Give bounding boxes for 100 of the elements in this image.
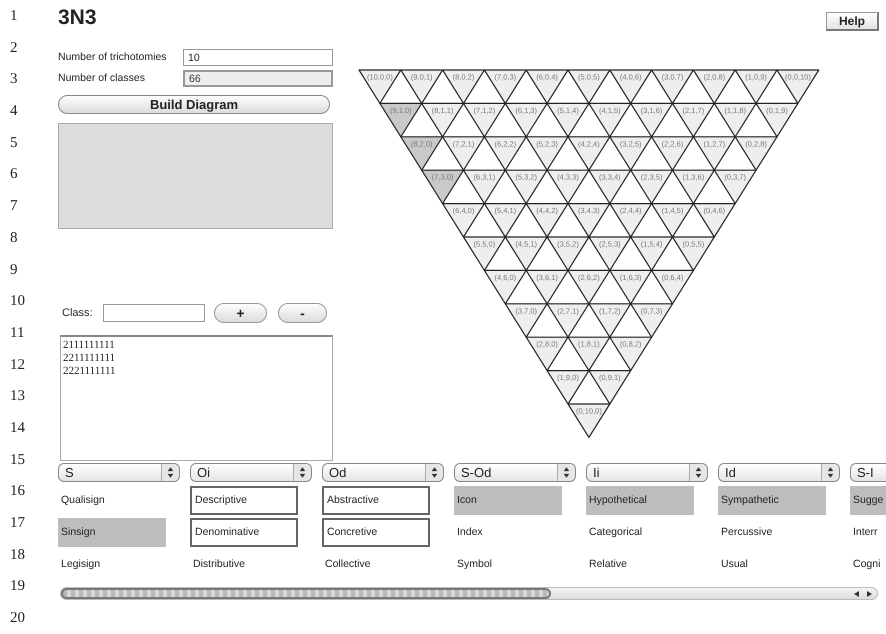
triangle-cell[interactable] xyxy=(692,69,736,104)
triangle-cell[interactable] xyxy=(546,102,590,138)
triangle-cell[interactable] xyxy=(504,303,548,338)
triangle-cell[interactable] xyxy=(588,102,632,138)
triangle-cell[interactable] xyxy=(504,170,548,204)
option-item[interactable]: Collective xyxy=(322,550,430,579)
triangle-cell[interactable] xyxy=(588,370,632,405)
triangle-cell[interactable] xyxy=(588,170,632,204)
class-input-field[interactable] xyxy=(103,304,205,322)
triangle-cell[interactable] xyxy=(526,69,569,104)
triangle-cell[interactable] xyxy=(651,270,694,304)
option-item[interactable]: Cogni xyxy=(850,550,886,579)
dropdown[interactable]: Oi xyxy=(190,463,312,482)
triangle-cell[interactable] xyxy=(714,170,757,204)
option-item[interactable]: Percussive xyxy=(718,518,826,547)
triangle-cell[interactable] xyxy=(692,203,736,238)
triangle-cell[interactable] xyxy=(609,69,652,104)
triangle-cell[interactable] xyxy=(672,170,715,204)
option-item[interactable]: Denominative xyxy=(190,518,298,547)
triangle-cell[interactable] xyxy=(609,270,652,304)
dropdown[interactable]: Od xyxy=(322,463,444,482)
triangle-cell[interactable] xyxy=(484,136,527,171)
class-list-item[interactable]: 2211111111 xyxy=(63,352,116,365)
triangle-cell[interactable] xyxy=(442,203,485,238)
option-item[interactable]: Relative xyxy=(586,550,694,579)
triangle-cell[interactable] xyxy=(421,170,464,204)
triangle-cell[interactable] xyxy=(630,303,674,338)
triangle-cell[interactable] xyxy=(504,102,548,138)
triangle-cell[interactable] xyxy=(630,236,674,271)
triangle-cell[interactable] xyxy=(630,170,674,204)
triangle-cell[interactable] xyxy=(567,270,610,304)
dropdown[interactable]: S-Od xyxy=(454,463,576,482)
option-item[interactable]: Index xyxy=(454,518,562,547)
option-item[interactable]: Legisign xyxy=(58,550,166,579)
triangle-cell[interactable] xyxy=(484,270,527,304)
triangle-cell[interactable] xyxy=(546,370,590,405)
triangle-cell[interactable] xyxy=(609,136,652,171)
number-field[interactable]: 10 xyxy=(183,49,333,66)
triangle-cell[interactable] xyxy=(651,136,694,171)
option-item[interactable]: Distributive xyxy=(190,550,298,579)
triangle-cell[interactable] xyxy=(714,102,757,138)
option-item[interactable]: Sinsign xyxy=(58,518,166,547)
dropdown[interactable]: S xyxy=(58,463,180,482)
triangle-cell[interactable] xyxy=(609,203,652,238)
triangle-cell[interactable] xyxy=(734,69,778,104)
triangle-cell[interactable] xyxy=(546,170,590,204)
triangle-cell[interactable] xyxy=(442,69,485,104)
option-item[interactable]: Icon xyxy=(454,486,562,515)
option-item[interactable]: Interr xyxy=(850,518,886,547)
triangle-cell[interactable] xyxy=(379,102,422,138)
build-diagram-button[interactable]: Build Diagram xyxy=(58,95,330,114)
option-item[interactable]: Categorical xyxy=(586,518,694,547)
option-item[interactable]: Sugge xyxy=(850,486,886,515)
option-item[interactable]: Sympathetic xyxy=(718,486,826,515)
triangle-cell[interactable] xyxy=(567,336,610,372)
triangle-cell[interactable] xyxy=(567,136,610,171)
triangle-cell[interactable] xyxy=(462,236,506,271)
triangle-cell[interactable] xyxy=(588,236,632,271)
scrollbar-thumb[interactable] xyxy=(61,588,551,599)
triangle-cell[interactable] xyxy=(672,236,715,271)
remove-button[interactable]: - xyxy=(278,303,327,323)
triangle-cell[interactable] xyxy=(400,69,444,104)
triangle-cell[interactable] xyxy=(526,270,569,304)
option-item[interactable]: Abstractive xyxy=(322,486,430,515)
triangle-cell[interactable] xyxy=(400,136,444,171)
add-button[interactable]: + xyxy=(214,303,267,323)
triangle-cell[interactable] xyxy=(588,303,632,338)
dropdown[interactable]: Ii xyxy=(586,463,708,482)
option-item[interactable]: Symbol xyxy=(454,550,562,579)
triangle-cell[interactable] xyxy=(567,403,610,438)
triangle-cell[interactable] xyxy=(630,102,674,138)
triangle-cell[interactable] xyxy=(526,136,569,171)
triangle-cell[interactable] xyxy=(692,136,736,171)
option-item[interactable]: Hypothetical xyxy=(586,486,694,515)
triangle-cell[interactable] xyxy=(442,136,485,171)
triangle-cell[interactable] xyxy=(651,69,694,104)
triangle-cell[interactable] xyxy=(504,236,548,271)
option-item[interactable]: Concretive xyxy=(322,518,430,547)
dropdown[interactable]: S-I xyxy=(850,463,886,482)
triangle-cell[interactable] xyxy=(672,102,715,138)
triangle-cell[interactable] xyxy=(358,69,402,104)
triangle-cell[interactable] xyxy=(546,303,590,338)
class-list-item[interactable]: 2111111111 xyxy=(63,339,115,352)
triangle-cell[interactable] xyxy=(526,203,569,238)
triangle-cell[interactable] xyxy=(756,102,798,138)
triangle-cell[interactable] xyxy=(462,102,506,138)
triangle-cell[interactable] xyxy=(484,203,527,238)
triangle-cell[interactable] xyxy=(484,69,527,104)
triangle-cell[interactable] xyxy=(609,336,652,372)
triangle-cell[interactable] xyxy=(776,69,820,104)
option-item[interactable]: Qualisign xyxy=(58,486,166,515)
triangle-cell[interactable] xyxy=(462,170,506,204)
triangle-cell[interactable] xyxy=(651,203,694,238)
triangle-cell[interactable] xyxy=(734,136,778,171)
option-item[interactable]: Descriptive xyxy=(190,486,298,515)
dropdown[interactable]: Id xyxy=(718,463,840,482)
horizontal-scrollbar[interactable] xyxy=(60,587,878,600)
triangle-cell[interactable] xyxy=(546,236,590,271)
triangle-cell[interactable] xyxy=(567,203,610,238)
triangle-cell[interactable] xyxy=(567,69,610,104)
